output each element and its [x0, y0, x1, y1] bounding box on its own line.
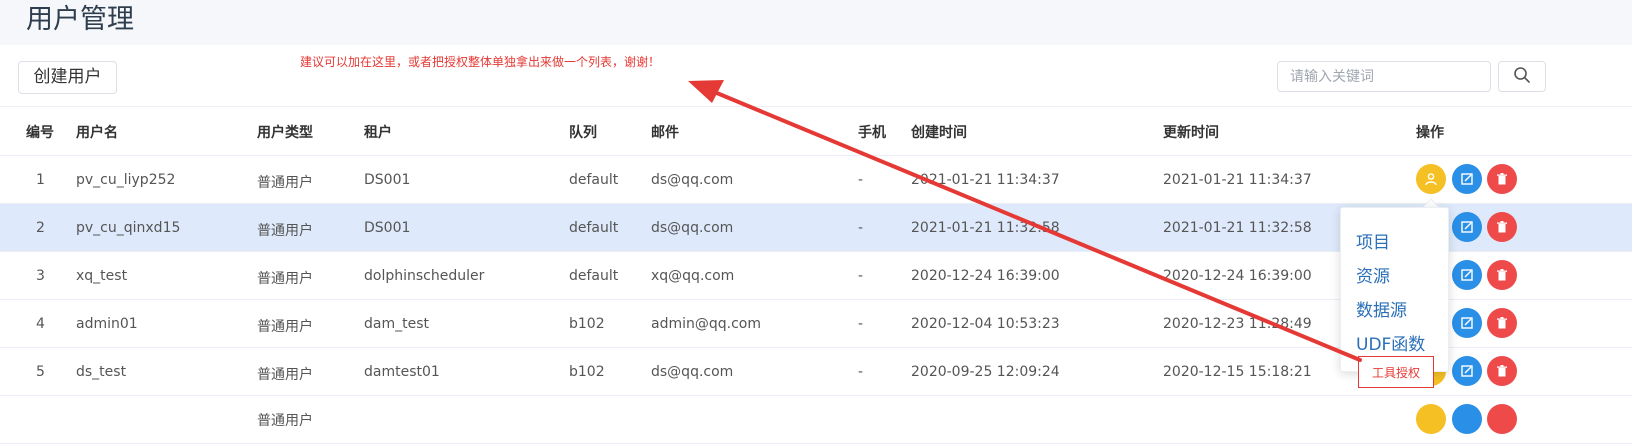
annotation-arrow: [688, 80, 1362, 362]
